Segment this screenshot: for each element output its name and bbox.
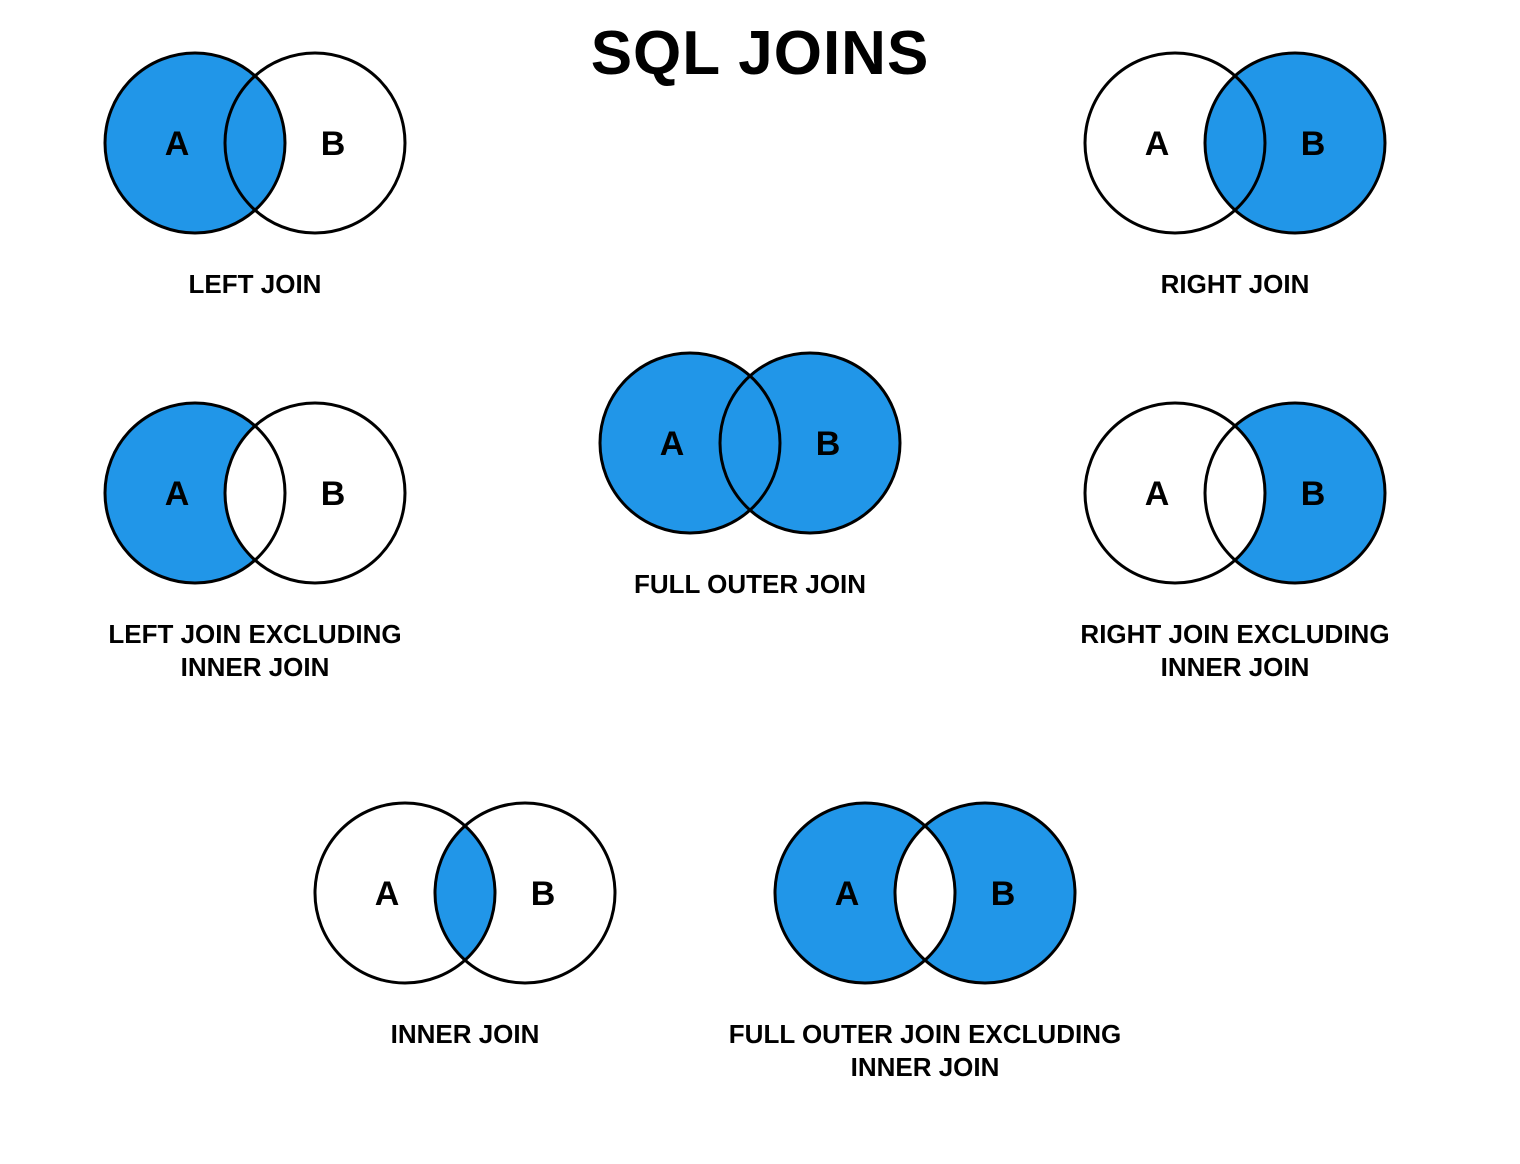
circle-b-label: B	[531, 875, 556, 913]
diagram-caption: LEFT JOIN	[80, 268, 430, 301]
venn-diagram-icon: AB	[1072, 40, 1398, 246]
venn-left-join: ABLEFT JOIN	[80, 40, 430, 301]
diagram-caption: FULL OUTER JOIN EXCLUDING INNER JOIN	[700, 1018, 1150, 1083]
venn-diagram-icon: AB	[92, 40, 418, 246]
venn-diagram-icon: AB	[302, 790, 628, 996]
circle-b-label: B	[321, 125, 346, 163]
venn-diagram-icon: AB	[587, 340, 913, 546]
circle-a-label: A	[660, 425, 685, 463]
circle-b-label: B	[1301, 475, 1326, 513]
circle-a-label: A	[835, 875, 860, 913]
circle-a-label: A	[165, 125, 190, 163]
venn-right-join: ABRIGHT JOIN	[1060, 40, 1410, 301]
diagram-caption: RIGHT JOIN EXCLUDING INNER JOIN	[1060, 618, 1410, 683]
diagram-caption: FULL OUTER JOIN	[575, 568, 925, 601]
circle-b-label: B	[816, 425, 841, 463]
venn-diagram-icon: AB	[1072, 390, 1398, 596]
venn-diagram-icon: AB	[762, 790, 1088, 996]
diagram-caption: LEFT JOIN EXCLUDING INNER JOIN	[80, 618, 430, 683]
venn-left-join-excluding: ABLEFT JOIN EXCLUDING INNER JOIN	[80, 390, 430, 683]
venn-inner-join: ABINNER JOIN	[290, 790, 640, 1051]
circle-a-label: A	[165, 475, 190, 513]
circle-a-label: A	[375, 875, 400, 913]
venn-full-outer-join: ABFULL OUTER JOIN	[575, 340, 925, 601]
circle-a-label: A	[1145, 125, 1170, 163]
venn-diagram-icon: AB	[92, 390, 418, 596]
circle-b-label: B	[1301, 125, 1326, 163]
circle-a-label: A	[1145, 475, 1170, 513]
diagram-caption: RIGHT JOIN	[1060, 268, 1410, 301]
diagram-caption: INNER JOIN	[290, 1018, 640, 1051]
venn-full-outer-excluding: ABFULL OUTER JOIN EXCLUDING INNER JOIN	[700, 790, 1150, 1083]
venn-right-join-excluding: ABRIGHT JOIN EXCLUDING INNER JOIN	[1060, 390, 1410, 683]
circle-b-label: B	[321, 475, 346, 513]
circle-b-label: B	[991, 875, 1016, 913]
